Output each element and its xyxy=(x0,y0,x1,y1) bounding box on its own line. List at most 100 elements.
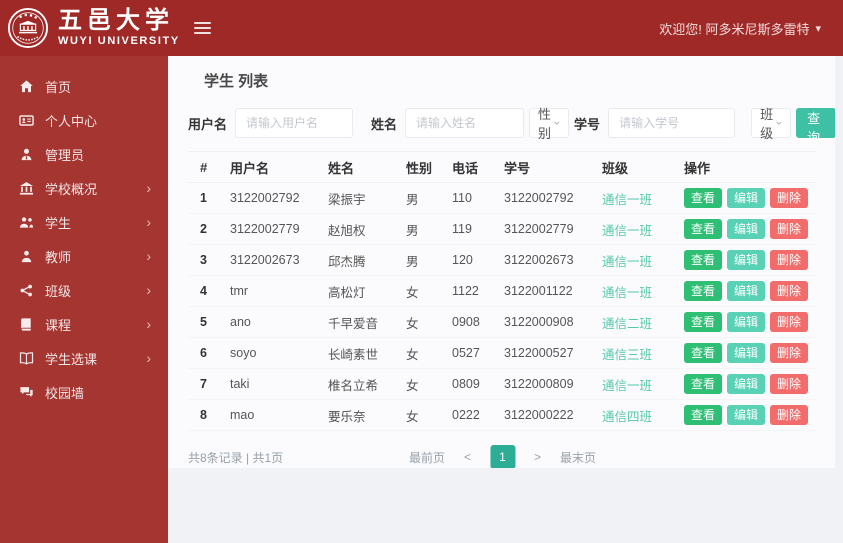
records-summary: 共8条记录 | 共1页 xyxy=(188,450,284,465)
username-cell: 3122002673 xyxy=(218,244,316,276)
sidebar-item-comments[interactable]: 校园墙 xyxy=(0,375,168,409)
edit-button[interactable]: 编辑 xyxy=(727,187,766,209)
sidebar-item-label: 管理员 xyxy=(45,147,85,163)
class-cell: 通信一班 xyxy=(590,213,672,245)
name-input[interactable] xyxy=(405,108,525,138)
view-button[interactable]: 查看 xyxy=(684,218,723,240)
view-button[interactable]: 查看 xyxy=(684,280,723,302)
gender-select[interactable]: 性别 xyxy=(529,107,570,141)
class-cell: 通信三班 xyxy=(590,337,672,369)
class-link[interactable]: 通信一班 xyxy=(602,224,652,238)
edit-button[interactable]: 编辑 xyxy=(727,342,766,364)
class-link[interactable]: 通信一班 xyxy=(602,255,652,269)
pagination-first[interactable]: 最前页 xyxy=(409,449,445,466)
edit-button[interactable]: 编辑 xyxy=(727,218,766,240)
pagination-last[interactable]: 最末页 xyxy=(560,449,596,466)
class-link[interactable]: 通信一班 xyxy=(602,193,652,207)
table-row: 6 soyo 长崎素世女 0527 3122000527 通信三班 查看 编辑 删除 xyxy=(188,337,817,369)
edit-button[interactable]: 编辑 xyxy=(727,373,766,395)
teacher-icon xyxy=(19,249,34,264)
view-button[interactable]: 查看 xyxy=(684,249,723,271)
edit-button[interactable]: 编辑 xyxy=(727,404,766,426)
column-header: 用户名 xyxy=(218,151,316,183)
university-seal-icon xyxy=(7,7,49,49)
user-menu[interactable]: 欢迎您! 阿多米尼斯多雷特 ▾ xyxy=(659,19,821,38)
phone-cell: 120 xyxy=(440,244,492,276)
table-row: 1 3122002792 梁振宇男 110 3122002792 通信一班 查看 编辑 删除 xyxy=(188,182,817,214)
filter-bar: 用户名 姓名 性别 学号 班级 xyxy=(188,107,835,145)
column-header: 班级 xyxy=(590,151,672,183)
delete-button[interactable]: 删除 xyxy=(770,280,809,302)
sidebar-item-course-book[interactable]: 课程 › xyxy=(0,307,168,341)
home-icon xyxy=(19,79,34,94)
pagination-current-page[interactable]: 1 xyxy=(490,445,515,468)
table-row: 2 3122002779 赵旭权男 119 3122002779 通信一班 查看 编辑 删除 xyxy=(188,213,817,245)
chevron-right-icon: › xyxy=(146,350,151,366)
gender-cell: 女 xyxy=(394,306,440,338)
view-button[interactable]: 查看 xyxy=(684,342,723,364)
sidebar-item-home[interactable]: 首页 xyxy=(0,69,168,103)
pagination-prev[interactable]: < xyxy=(464,450,471,464)
admin-icon xyxy=(19,147,34,162)
username-input[interactable] xyxy=(235,108,354,138)
hamburger-icon[interactable] xyxy=(193,22,211,34)
class-link[interactable]: 通信一班 xyxy=(602,286,652,300)
sidebar-item-label: 教师 xyxy=(45,249,72,265)
class-cell: 通信一班 xyxy=(590,275,672,307)
delete-button[interactable]: 删除 xyxy=(770,187,809,209)
gender-cell: 男 xyxy=(394,213,440,245)
username-cell: soyo xyxy=(218,337,316,369)
edit-button[interactable]: 编辑 xyxy=(727,249,766,271)
table-row: 5 ano 千早爱音女 0908 3122000908 通信二班 查看 编辑 删除 xyxy=(188,306,817,338)
sidebar-item-admin[interactable]: 管理员 xyxy=(0,137,168,171)
delete-button[interactable]: 删除 xyxy=(770,373,809,395)
sidebar-item-id-card[interactable]: 个人中心 xyxy=(0,103,168,137)
search-button[interactable]: 查询 xyxy=(796,108,835,145)
sidebar-item-students[interactable]: 学生 › xyxy=(0,205,168,239)
chevron-down-icon xyxy=(554,121,560,125)
delete-button[interactable]: 删除 xyxy=(770,218,809,240)
gender-cell: 男 xyxy=(394,244,440,276)
delete-button[interactable]: 删除 xyxy=(770,342,809,364)
view-button[interactable]: 查看 xyxy=(684,373,723,395)
edit-button[interactable]: 编辑 xyxy=(727,280,766,302)
sidebar-item-label: 个人中心 xyxy=(45,113,98,129)
edit-button[interactable]: 编辑 xyxy=(727,311,766,333)
sidebar-item-school[interactable]: 学校概况 › xyxy=(0,171,168,205)
view-button[interactable]: 查看 xyxy=(684,187,723,209)
comments-icon xyxy=(19,385,34,400)
university-name-cn: 五邑大学 xyxy=(58,7,174,34)
name-cell: 高松灯 xyxy=(316,275,394,307)
students-icon xyxy=(19,215,34,230)
student-id-input[interactable] xyxy=(608,108,736,138)
class-link[interactable]: 通信一班 xyxy=(602,379,652,393)
class-select[interactable]: 班级 xyxy=(751,107,792,141)
student-no-cell: 3122002673 xyxy=(492,244,590,276)
pagination-next[interactable]: > xyxy=(534,450,541,464)
sidebar-nav: 首页 个人中心 管理员 学校概况 › 学生 › 教师 › 班级 › 课程 › 学… xyxy=(0,56,168,543)
class-link[interactable]: 通信四班 xyxy=(602,410,652,424)
view-button[interactable]: 查看 xyxy=(684,404,723,426)
welcome-text: 欢迎您! 阿多米尼斯多雷特 xyxy=(659,21,810,37)
sidebar-item-teacher[interactable]: 教师 › xyxy=(0,239,168,273)
name-cell: 梁振宇 xyxy=(316,182,394,214)
student-no-cell: 3122000527 xyxy=(492,337,590,369)
delete-button[interactable]: 删除 xyxy=(770,311,809,333)
delete-button[interactable]: 删除 xyxy=(770,404,809,426)
chevron-down-icon xyxy=(776,121,782,125)
gender-cell: 女 xyxy=(394,399,440,431)
class-cell: 通信一班 xyxy=(590,182,672,214)
row-index: 8 xyxy=(188,399,218,431)
sidebar-item-open-book[interactable]: 学生选课 › xyxy=(0,341,168,375)
caret-down-icon: ▾ xyxy=(815,22,821,35)
table-row: 4 tmr 高松灯女 1122 3122001122 通信一班 查看 编辑 删除 xyxy=(188,275,817,307)
table-row: 8 mao 要乐奈女 0222 3122000222 通信四班 查看 编辑 删除 xyxy=(188,399,817,431)
sidebar-item-class-nodes[interactable]: 班级 › xyxy=(0,273,168,307)
row-index: 1 xyxy=(188,182,218,214)
class-link[interactable]: 通信二班 xyxy=(602,317,652,331)
view-button[interactable]: 查看 xyxy=(684,311,723,333)
name-cell: 椎名立希 xyxy=(316,368,394,400)
row-index: 6 xyxy=(188,337,218,369)
delete-button[interactable]: 删除 xyxy=(770,249,809,271)
class-link[interactable]: 通信三班 xyxy=(602,348,652,362)
